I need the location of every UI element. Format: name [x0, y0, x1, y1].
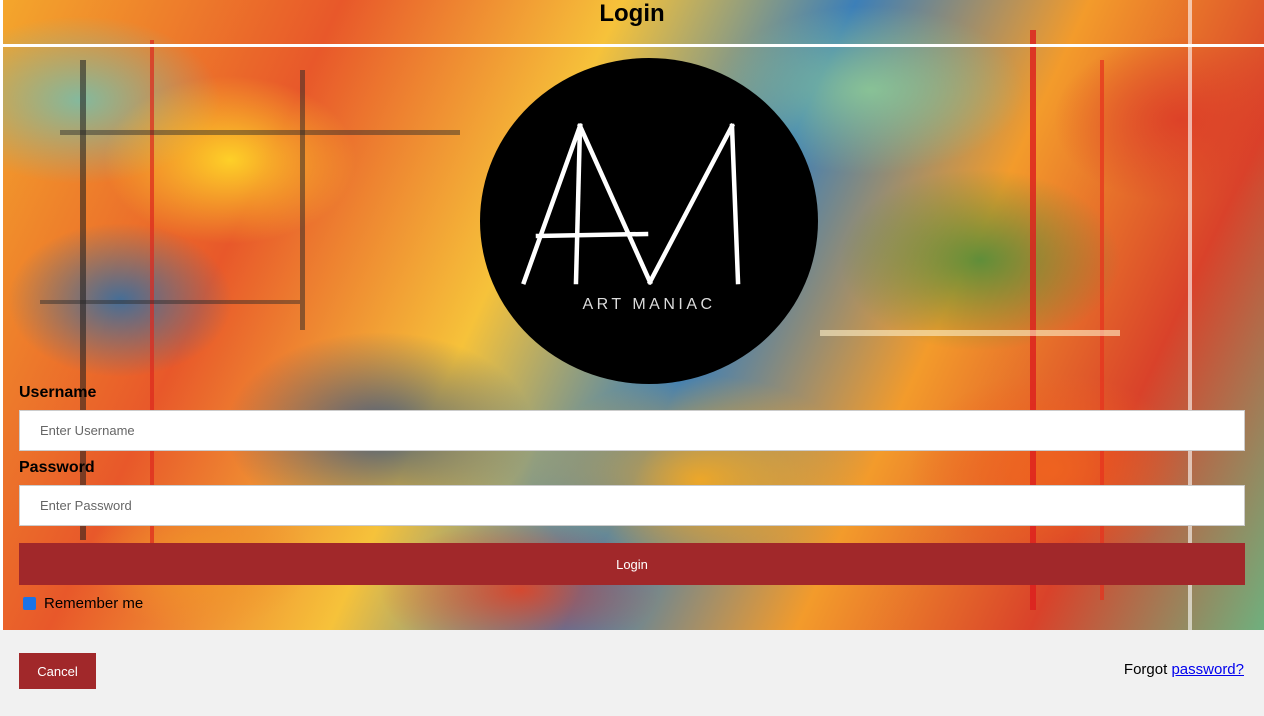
remember-me-label: Remember me	[44, 595, 144, 612]
remember-me-checkbox[interactable]	[23, 597, 36, 610]
page-title: Login	[599, 0, 665, 27]
art-maniac-logo: ART MANIAC	[480, 58, 818, 384]
password-label: Password	[19, 459, 95, 476]
forgot-password: Forgot password?	[1124, 661, 1244, 678]
forgot-password-link[interactable]: password?	[1171, 661, 1244, 678]
username-input[interactable]	[19, 410, 1245, 451]
login-button[interactable]: Login	[19, 543, 1245, 585]
password-input[interactable]	[19, 485, 1245, 526]
am-monogram-icon	[521, 122, 741, 286]
logo-text: ART MANIAC	[582, 296, 716, 313]
cancel-button[interactable]: Cancel	[19, 653, 96, 689]
forgot-prefix: Forgot	[1123, 661, 1168, 678]
username-label: Username	[19, 384, 97, 401]
remember-me-row[interactable]: Remember me	[23, 595, 143, 612]
